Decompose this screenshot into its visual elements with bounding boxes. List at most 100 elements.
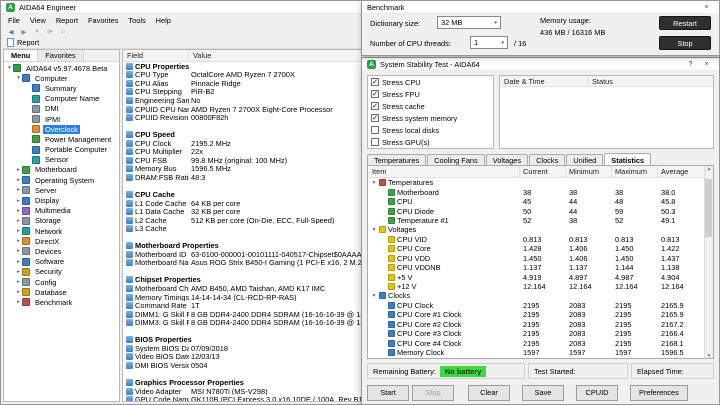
statistics-row[interactable]: +12 V 12.164 12.164 12.164 12.164 — [368, 282, 704, 291]
statistics-row[interactable]: Motherboard 38 38 38 38.0 — [368, 187, 704, 197]
tree-item[interactable]: ▸ Network — [4, 226, 119, 236]
menu-item[interactable]: View — [25, 14, 51, 26]
tree-item[interactable]: Overclock — [4, 124, 119, 134]
tree-item[interactable]: Sensor — [4, 155, 119, 165]
sidebar-tab[interactable]: Favorites — [38, 50, 84, 61]
stability-titlebar[interactable]: A System Stability Test - AIDA64 ? × — [362, 58, 719, 71]
twisty-icon[interactable]: ▸ — [15, 177, 22, 183]
tree-item[interactable]: ▸ Storage — [4, 216, 119, 226]
scrollbar-thumb[interactable] — [705, 179, 712, 237]
minimum-column-header[interactable]: Minimum — [566, 166, 612, 177]
close-icon[interactable]: × — [699, 2, 714, 13]
statistics-row[interactable]: CPU Core #3 Clock 2195 2083 2195 2166.4 — [368, 329, 704, 338]
tree-item[interactable]: ▸ Operating System — [4, 175, 119, 185]
tree-item[interactable]: ▸ Benchmark — [4, 297, 119, 307]
tree-item[interactable]: ▸ Display — [4, 195, 119, 205]
dialog-button[interactable]: Clear — [468, 384, 510, 401]
tree-item[interactable]: ▸ Security — [4, 267, 119, 277]
statistics-row[interactable]: ▾ Clocks — [368, 291, 704, 300]
twisty-icon[interactable]: ▾ — [371, 180, 377, 186]
checkbox-icon[interactable]: ✓ — [371, 90, 379, 98]
dialog-button[interactable]: Save — [522, 384, 564, 401]
statistics-row[interactable]: CPU 45 44 48 45.8 — [368, 197, 704, 206]
vertical-scrollbar[interactable]: ▲ ▼ — [704, 166, 713, 358]
dialog-button[interactable]: CPUID — [576, 384, 618, 401]
menu-item[interactable]: Help — [151, 14, 176, 26]
maximum-column-header[interactable]: Maximum — [612, 166, 658, 177]
refresh-icon[interactable]: ⟳ — [44, 27, 56, 37]
statistics-row[interactable]: Temperature #1 52 38 52 49.1 — [368, 216, 704, 225]
tree-item[interactable]: ▾ AIDA64 v5.97.4678 Beta — [4, 63, 119, 73]
status-column-header[interactable]: Status — [588, 76, 713, 86]
menu-item[interactable]: Favorites — [83, 14, 123, 26]
twisty-icon[interactable]: ▸ — [15, 269, 22, 275]
tree-item[interactable]: DMI — [4, 104, 119, 114]
tree-item[interactable]: Computer Name — [4, 94, 119, 104]
stress-option[interactable]: Stress GPU(s) — [368, 136, 493, 148]
statistics-row[interactable]: CPU Core #2 Clock 2195 2083 2195 2167.2 — [368, 320, 704, 329]
tree-item[interactable]: ▸ DirectX — [4, 236, 119, 246]
dialog-button[interactable]: Start — [367, 384, 409, 401]
statistics-row[interactable]: CPU Clock 2195 2083 2195 2165.9 — [368, 301, 704, 310]
twisty-icon[interactable]: ▸ — [15, 187, 22, 193]
scroll-down-icon[interactable]: ▼ — [707, 353, 711, 358]
twisty-icon[interactable]: ▸ — [15, 167, 22, 173]
tree-item[interactable]: ▸ Software — [4, 257, 119, 267]
menu-item[interactable]: Tools — [123, 14, 150, 26]
twisty-icon[interactable]: ▸ — [15, 279, 22, 285]
statistics-row[interactable]: CPU Core #1 Clock 2195 2083 2195 2165.9 — [368, 310, 704, 319]
cpu-threads-select[interactable]: 1 ▾ — [470, 36, 508, 49]
stress-option[interactable]: ✓ Stress system memory — [368, 112, 493, 124]
tree-item[interactable]: ▾ Computer — [4, 73, 119, 83]
twisty-icon[interactable]: ▸ — [15, 248, 22, 254]
tree-item[interactable]: Portable Computer — [4, 145, 119, 155]
tree-item[interactable]: ▸ Server — [4, 185, 119, 195]
statistics-row[interactable]: CPU Core #4 Clock 2195 2083 2195 2168.1 — [368, 338, 704, 348]
dialog-button[interactable]: Preferences — [630, 384, 688, 401]
statistics-row[interactable]: ▾ Temperatures — [368, 178, 704, 187]
stress-option[interactable]: Stress local disks — [368, 124, 493, 136]
close-icon[interactable]: × — [699, 59, 714, 70]
stop-icon[interactable]: × — [31, 27, 43, 37]
tree-item[interactable]: IPMI — [4, 114, 119, 124]
twisty-icon[interactable]: ▸ — [15, 208, 22, 214]
twisty-icon[interactable]: ▸ — [15, 259, 22, 265]
back-icon[interactable]: ◀ — [5, 27, 17, 37]
checkbox-icon[interactable]: ✓ — [371, 78, 379, 86]
twisty-icon[interactable]: ▾ — [15, 75, 22, 81]
field-column-header[interactable]: Field — [123, 50, 189, 61]
tree-item[interactable]: ▸ Database — [4, 287, 119, 297]
tree-item[interactable]: Summary — [4, 83, 119, 93]
statistics-row[interactable]: Memory Clock 1597 1597 1597 1596.5 — [368, 348, 704, 357]
item-column-header[interactable]: Item — [368, 166, 520, 177]
help-icon[interactable]: ? — [683, 59, 698, 70]
current-column-header[interactable]: Current — [520, 166, 566, 177]
tree-item[interactable]: Power Management — [4, 134, 119, 144]
sidebar-tab[interactable]: Menu — [4, 50, 39, 61]
benchmark-titlebar[interactable]: Benchmark × — [362, 1, 719, 14]
tree-item[interactable]: ▸ Multimedia — [4, 206, 119, 216]
dialog-button[interactable]: Stop — [412, 384, 454, 401]
twisty-icon[interactable]: ▸ — [15, 228, 22, 234]
restart-button[interactable]: Restart — [659, 16, 711, 30]
twisty-icon[interactable]: ▸ — [15, 218, 22, 224]
menu-item[interactable]: Report — [51, 14, 83, 26]
twisty-icon[interactable]: ▸ — [15, 299, 22, 305]
tree-item[interactable]: ▸ Devices — [4, 246, 119, 256]
twisty-icon[interactable]: ▸ — [15, 198, 22, 204]
tree-item[interactable]: ▸ Config — [4, 277, 119, 287]
twisty-icon[interactable]: ▾ — [371, 293, 377, 299]
date-time-column-header[interactable]: Date & Time — [500, 76, 588, 86]
statistics-row[interactable]: CPU VDDNB 1.137 1.137 1.144 1.138 — [368, 263, 704, 272]
menu-item[interactable]: File — [3, 14, 25, 26]
checkbox-icon[interactable] — [371, 138, 379, 146]
tree-item[interactable]: ▸ Motherboard — [4, 165, 119, 175]
average-column-header[interactable]: Average — [658, 166, 704, 177]
twisty-icon[interactable]: ▸ — [15, 238, 22, 244]
statistics-row[interactable]: CPU VDD 1.450 1.406 1.450 1.437 — [368, 254, 704, 263]
home-icon[interactable]: ⌂ — [57, 27, 69, 37]
stress-option[interactable]: ✓ Stress CPU — [368, 76, 493, 88]
stress-option[interactable]: ✓ Stress FPU — [368, 88, 493, 100]
statistics-row[interactable]: +5 V 4.919 4.897 4.987 4.904 — [368, 272, 704, 282]
checkbox-icon[interactable]: ✓ — [371, 102, 379, 110]
